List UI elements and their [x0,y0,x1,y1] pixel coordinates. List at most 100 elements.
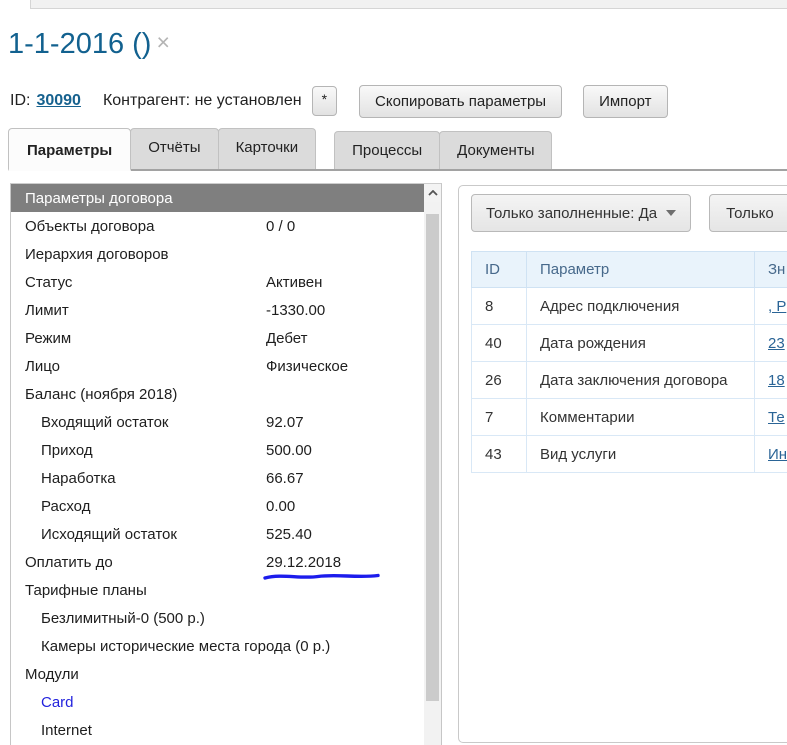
cell-value-link[interactable]: , Р [768,298,786,315]
cell-value-link[interactable]: Те [768,409,785,426]
param-row[interactable]: Входящий остаток 92.07 [11,408,424,436]
param-label: Лимит [25,302,69,319]
cell-id: 7 [472,399,527,436]
param-value: 0.00 [266,498,295,515]
param-label: Модули [25,666,79,683]
only-filled-dropdown[interactable]: Только заполненные: Да [471,194,691,232]
cell-id: 40 [472,325,527,362]
table-row[interactable]: 8 Адрес подключения , Р [472,288,787,325]
values-toolbar: Только заполненные: Да Только [471,194,787,232]
tab-group-main: Параметры Отчёты Карточки [8,128,316,169]
contract-title: 1-1-2016 () [8,28,151,60]
param-label: Оплатить до [25,554,113,571]
param-label: Расход [41,498,90,515]
parameter-rows: Параметры договора Объекты договора 0 / … [11,184,424,744]
param-label: Лицо [25,358,60,375]
param-value: 66.67 [266,470,304,487]
top-chrome-strip [0,0,787,9]
param-value: Дебет [266,330,307,347]
contract-toolbar: ID: 30090 Контрагент: не установлен * Ск… [10,84,668,118]
cell-id: 43 [472,436,527,473]
param-row[interactable]: Наработка 66.67 [11,464,424,492]
contract-parameters-panel: Параметры договора Объекты договора 0 / … [10,183,442,745]
param-value: 29.12.2018 [266,554,341,571]
tab-reports[interactable]: Отчёты [130,128,218,169]
scrollbar-thumb[interactable] [426,214,439,701]
parameters-values-panel: Только заполненные: Да Только ID Парамет… [458,185,787,743]
param-row[interactable]: Исходящий остаток 525.40 [11,520,424,548]
param-label: Приход [41,442,93,459]
tab-processes[interactable]: Процессы [334,131,440,169]
cell-value-link[interactable]: 23 [768,335,785,352]
table-row[interactable]: 43 Вид услуги Ин [472,436,787,473]
top-chrome-tab-notch [0,0,31,9]
cell-id: 8 [472,288,527,325]
cell-param: Адрес подключения [527,288,755,325]
scroll-up-icon[interactable] [424,184,441,202]
param-row[interactable]: Приход 500.00 [11,436,424,464]
only-filled-dropdown-label: Только заполненные: Да [486,205,657,222]
param-row[interactable]: Безлимитный-0 (500 р.) [11,604,424,632]
contractor-select-button[interactable]: * [312,86,337,116]
param-row[interactable]: Режим Дебет [11,324,424,352]
left-panel-scrollbar[interactable] [424,184,441,745]
param-value: -1330.00 [266,302,325,319]
param-value: 525.40 [266,526,312,543]
cell-param: Вид услуги [527,436,755,473]
param-label: Наработка [41,470,116,487]
param-row[interactable]: Лимит -1330.00 [11,296,424,324]
cell-value-link[interactable]: Ин [768,446,787,463]
param-label: Безлимитный-0 (500 р.) [41,610,205,627]
param-label: Режим [25,330,71,347]
param-row[interactable]: Лицо Физическое [11,352,424,380]
column-header-id: ID [472,252,527,288]
import-button[interactable]: Импорт [583,85,667,118]
cell-param: Комментарии [527,399,755,436]
param-label: Входящий остаток [41,414,169,431]
param-row[interactable]: Камеры исторические места города (0 р.) [11,632,424,660]
cell-id: 26 [472,362,527,399]
tab-cards[interactable]: Карточки [218,128,317,169]
param-label: Баланс (ноября 2018) [25,386,177,403]
close-icon[interactable]: × [156,29,169,55]
tab-parameters[interactable]: Параметры [8,128,131,171]
column-header-value: Зн [755,252,787,288]
param-label: Объекты договора [25,218,154,235]
cell-param: Дата заключения договора [527,362,755,399]
param-row[interactable]: Модули [11,660,424,688]
param-label: Параметры договора [25,190,173,207]
param-value: 0 / 0 [266,218,295,235]
param-group-header-row[interactable]: Параметры договора [11,184,424,212]
tab-group-secondary: Процессы Документы [334,131,552,169]
param-row[interactable]: Баланс (ноября 2018) [11,380,424,408]
contract-id-link[interactable]: 30090 [36,92,81,110]
module-internet-label: Internet [41,722,92,739]
param-value: 500.00 [266,442,312,459]
module-card-link[interactable]: Card [41,694,74,711]
table-row[interactable]: 7 Комментарии Те [472,399,787,436]
table-row[interactable]: 40 Дата рождения 23 [472,325,787,362]
param-label: Камеры исторические места города (0 р.) [41,638,330,655]
tab-documents[interactable]: Документы [439,131,552,169]
cell-param: Дата рождения [527,325,755,362]
param-row[interactable]: Статус Активен [11,268,424,296]
param-row[interactable]: Иерархия договоров [11,240,424,268]
param-row-module-internet[interactable]: Internet [11,716,424,744]
param-value: 92.07 [266,414,304,431]
only-secondary-button[interactable]: Только [709,194,787,232]
table-header-row: ID Параметр Зн [472,252,787,288]
only-secondary-button-label: Только [726,205,774,222]
param-label: Исходящий остаток [41,526,177,543]
copy-parameters-button[interactable]: Скопировать параметры [359,85,562,118]
param-row[interactable]: Объекты договора 0 / 0 [11,212,424,240]
cell-value-link[interactable]: 18 [768,372,785,389]
param-row[interactable]: Расход 0.00 [11,492,424,520]
table-row[interactable]: 26 Дата заключения договора 18 [472,362,787,399]
param-value: Физическое [266,358,348,375]
chevron-down-icon [666,210,676,216]
param-row-pay-until[interactable]: Оплатить до 29.12.2018 [11,548,424,576]
param-row[interactable]: Тарифные планы [11,576,424,604]
column-header-param: Параметр [527,252,755,288]
param-row-module-card[interactable]: Card [11,688,424,716]
id-label: ID: [10,92,30,110]
